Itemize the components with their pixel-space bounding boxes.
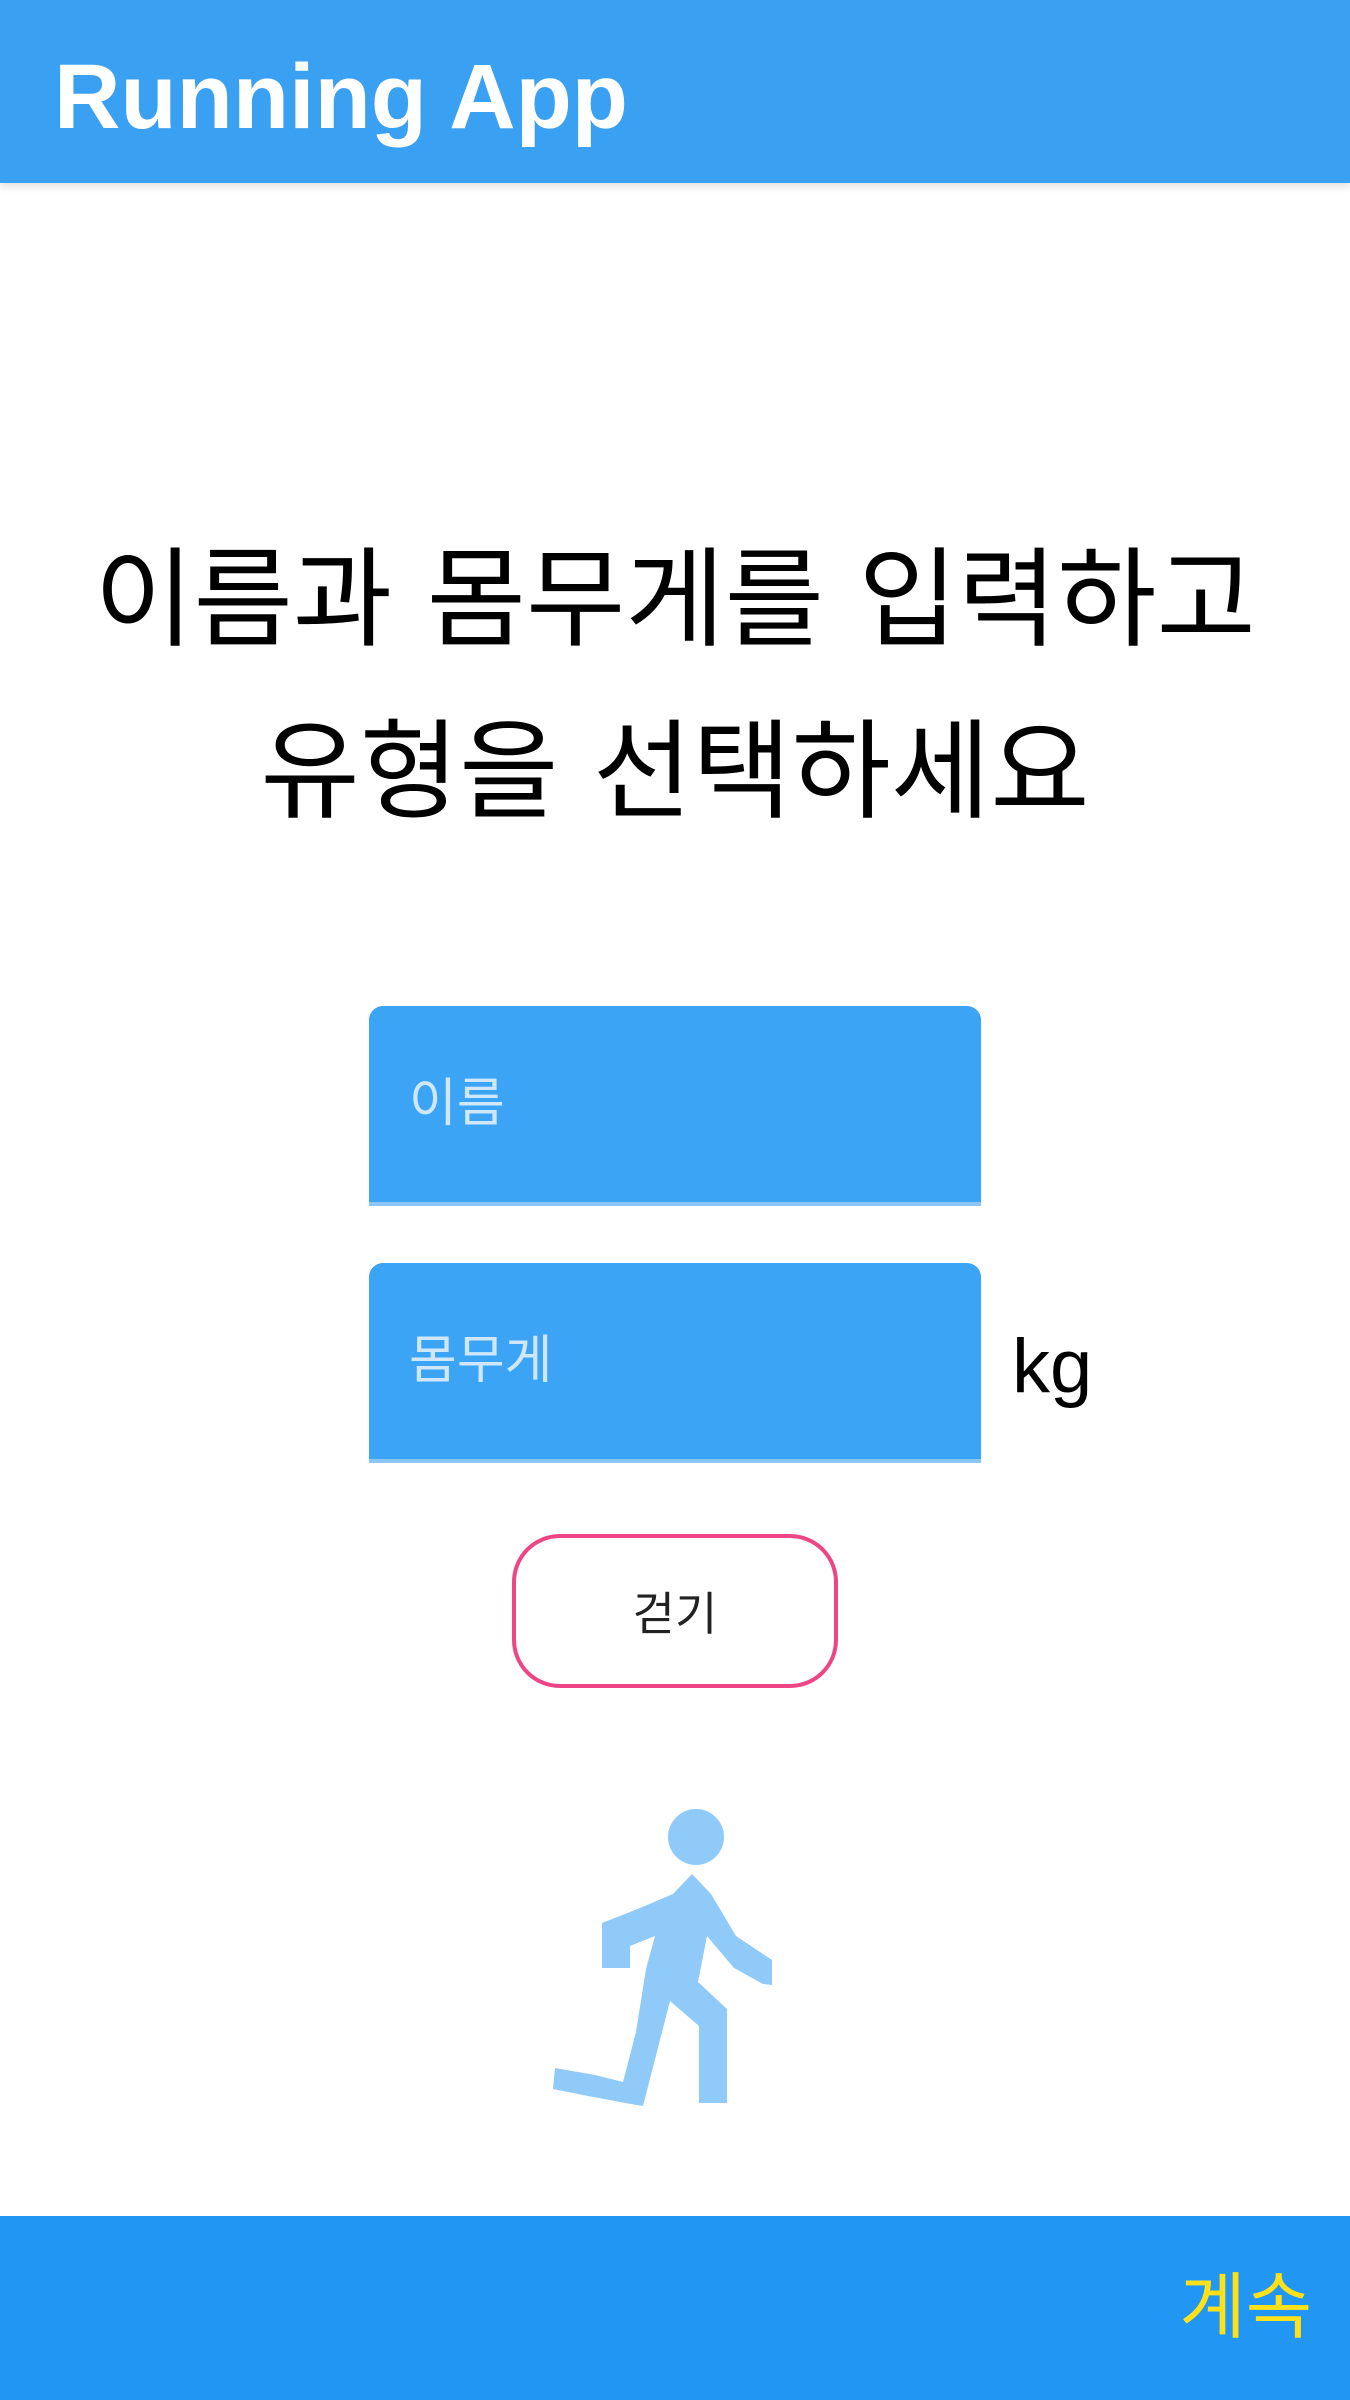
weight-input[interactable] — [409, 1263, 949, 1459]
instruction-line-1: 이름과 몸무게를 입력하고 — [94, 538, 1256, 663]
name-field-container — [369, 1006, 981, 1206]
running-person-icon — [553, 1809, 772, 2106]
weight-unit-label: kg — [1012, 1324, 1093, 1409]
activity-type-button[interactable]: 걷기 — [512, 1534, 838, 1688]
app-title: Running App — [54, 46, 628, 148]
name-input[interactable] — [409, 1006, 949, 1202]
instruction-line-2: 유형을 선택하세요 — [260, 710, 1090, 835]
activity-type-label: 걷기 — [632, 1587, 718, 1641]
weight-field-container — [369, 1263, 981, 1463]
bottom-bar: 계속 — [0, 2216, 1350, 2400]
continue-button[interactable]: 계속 — [1170, 2252, 1322, 2362]
app-bar: Running App — [0, 0, 1350, 183]
instruction-text: 이름과 몸무게를 입력하고 유형을 선택하세요 — [0, 515, 1350, 859]
